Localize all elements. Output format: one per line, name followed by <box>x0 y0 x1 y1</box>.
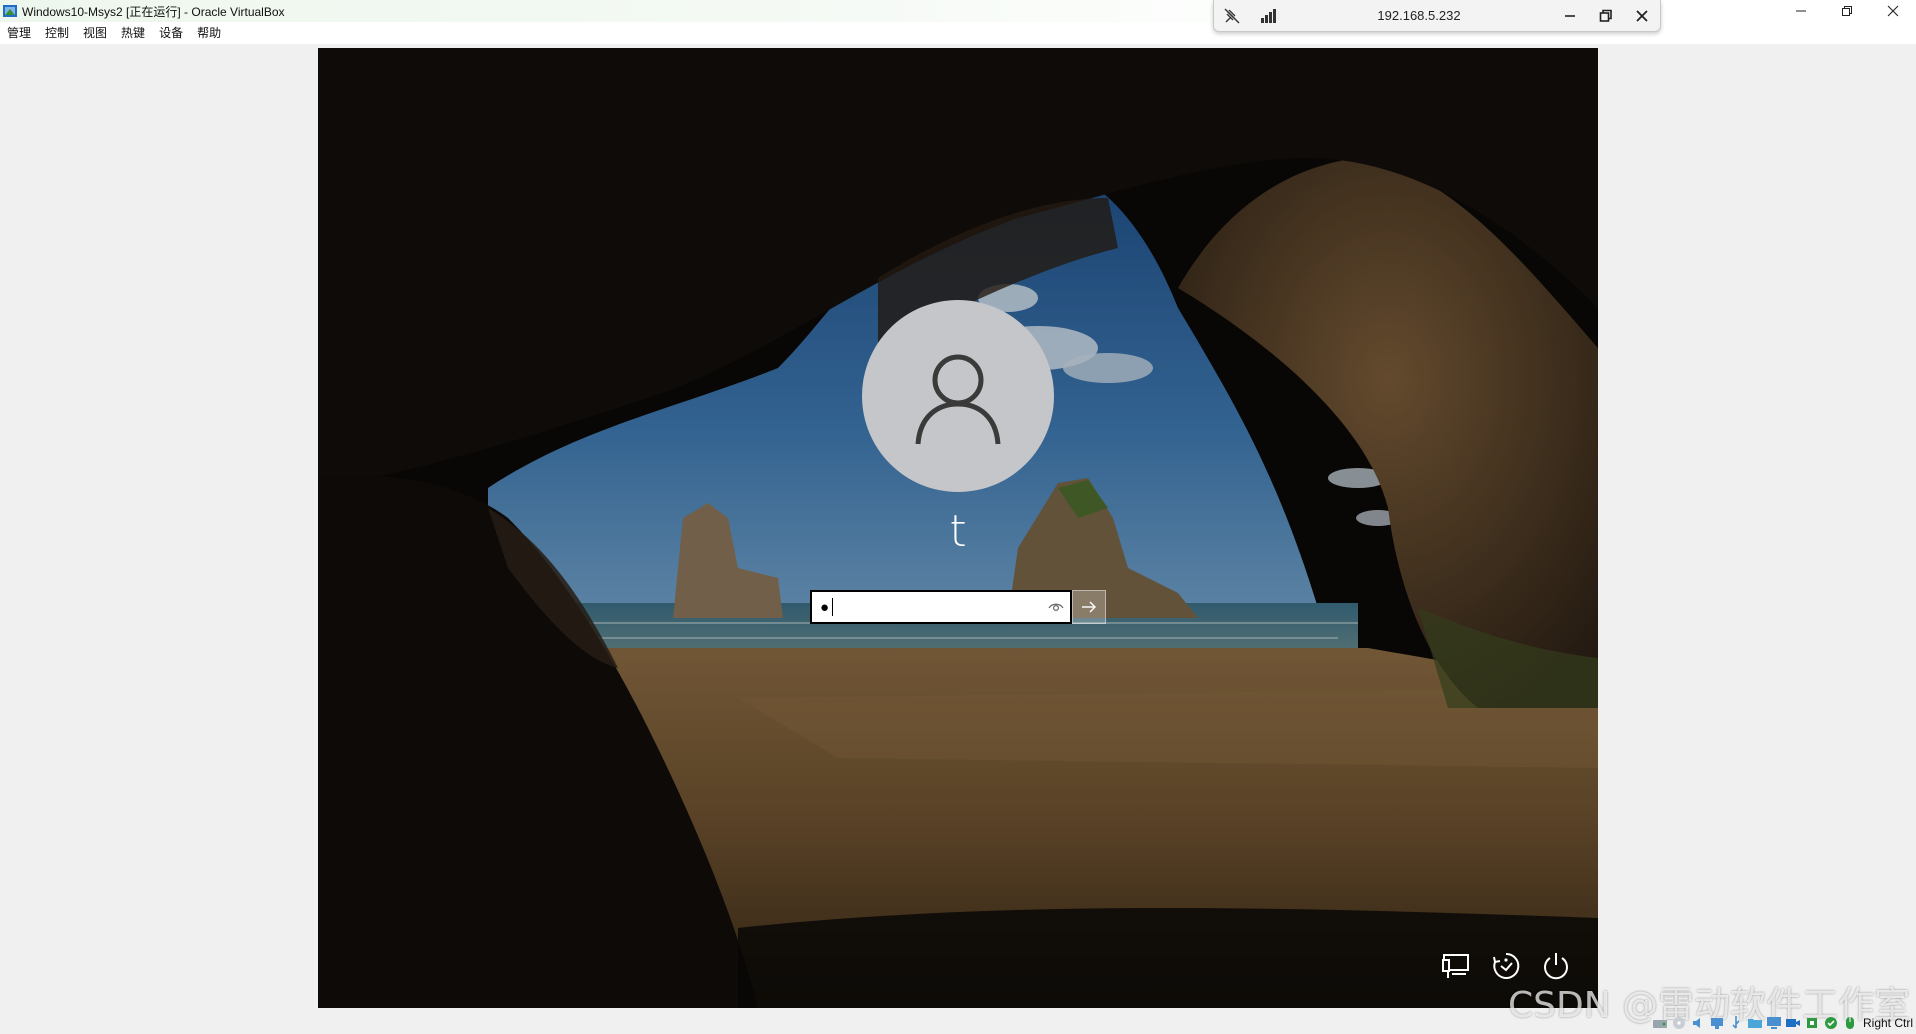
host-key-label: Right Ctrl <box>1863 1016 1914 1030</box>
restore-button[interactable] <box>1824 0 1870 22</box>
password-input[interactable]: ● <box>810 590 1072 624</box>
vm-display[interactable]: t ● <box>318 48 1598 1008</box>
submit-button[interactable] <box>1072 590 1106 624</box>
remote-ip-address: 192.168.5.232 <box>1377 8 1461 23</box>
rdp-close-button[interactable] <box>1624 0 1660 31</box>
rdp-restore-button[interactable] <box>1588 0 1624 31</box>
unpin-icon <box>1224 8 1240 23</box>
network-icon[interactable] <box>1440 950 1472 982</box>
display-icon[interactable] <box>1766 1015 1782 1031</box>
password-mask: ● <box>820 598 832 616</box>
reveal-password-icon[interactable] <box>1048 599 1064 615</box>
rdp-minimize-button[interactable] <box>1552 0 1588 31</box>
restore-icon <box>1599 9 1612 22</box>
shared-folders-icon[interactable] <box>1747 1015 1763 1031</box>
minimize-icon <box>1796 10 1806 12</box>
menu-view[interactable]: 视图 <box>76 22 114 44</box>
minimize-button[interactable] <box>1778 0 1824 22</box>
audio-icon[interactable] <box>1690 1015 1706 1031</box>
restore-icon <box>1842 6 1852 16</box>
vm-status-bar: Right Ctrl <box>1652 1012 1916 1034</box>
text-caret <box>832 598 834 616</box>
menu-control[interactable]: 控制 <box>38 22 76 44</box>
arrow-right-icon <box>1082 601 1096 613</box>
menu-help[interactable]: 帮助 <box>190 22 228 44</box>
unpin-button[interactable] <box>1214 0 1250 31</box>
optical-drive-icon[interactable] <box>1671 1015 1687 1031</box>
menu-manage[interactable]: 管理 <box>0 22 38 44</box>
user-avatar <box>862 300 1054 492</box>
guest-additions-icon[interactable] <box>1823 1015 1839 1031</box>
signal-strength-icon <box>1261 8 1276 23</box>
close-button[interactable] <box>1870 0 1916 22</box>
username-label: t <box>949 506 967 557</box>
connection-quality-button[interactable] <box>1250 0 1286 31</box>
menu-hotkeys[interactable]: 热键 <box>114 22 152 44</box>
cpu-icon[interactable] <box>1804 1015 1820 1031</box>
usb-icon[interactable] <box>1728 1015 1744 1031</box>
close-icon <box>1887 5 1899 17</box>
user-icon <box>915 354 1001 445</box>
menu-devices[interactable]: 设备 <box>152 22 190 44</box>
network-adapter-icon[interactable] <box>1709 1015 1725 1031</box>
password-box: ● <box>810 590 1106 624</box>
remote-connection-bar: 192.168.5.232 <box>1213 0 1661 32</box>
mouse-integration-icon[interactable] <box>1842 1015 1858 1031</box>
minimize-icon <box>1565 14 1575 17</box>
hard-disk-icon[interactable] <box>1652 1015 1668 1031</box>
close-icon <box>1636 9 1648 22</box>
virtualbox-app-icon <box>3 5 17 17</box>
recording-icon[interactable] <box>1785 1015 1801 1031</box>
window-title: Windows10-Msys2 [正在运行] - Oracle VirtualB… <box>22 4 285 19</box>
window-controls <box>1778 0 1916 22</box>
